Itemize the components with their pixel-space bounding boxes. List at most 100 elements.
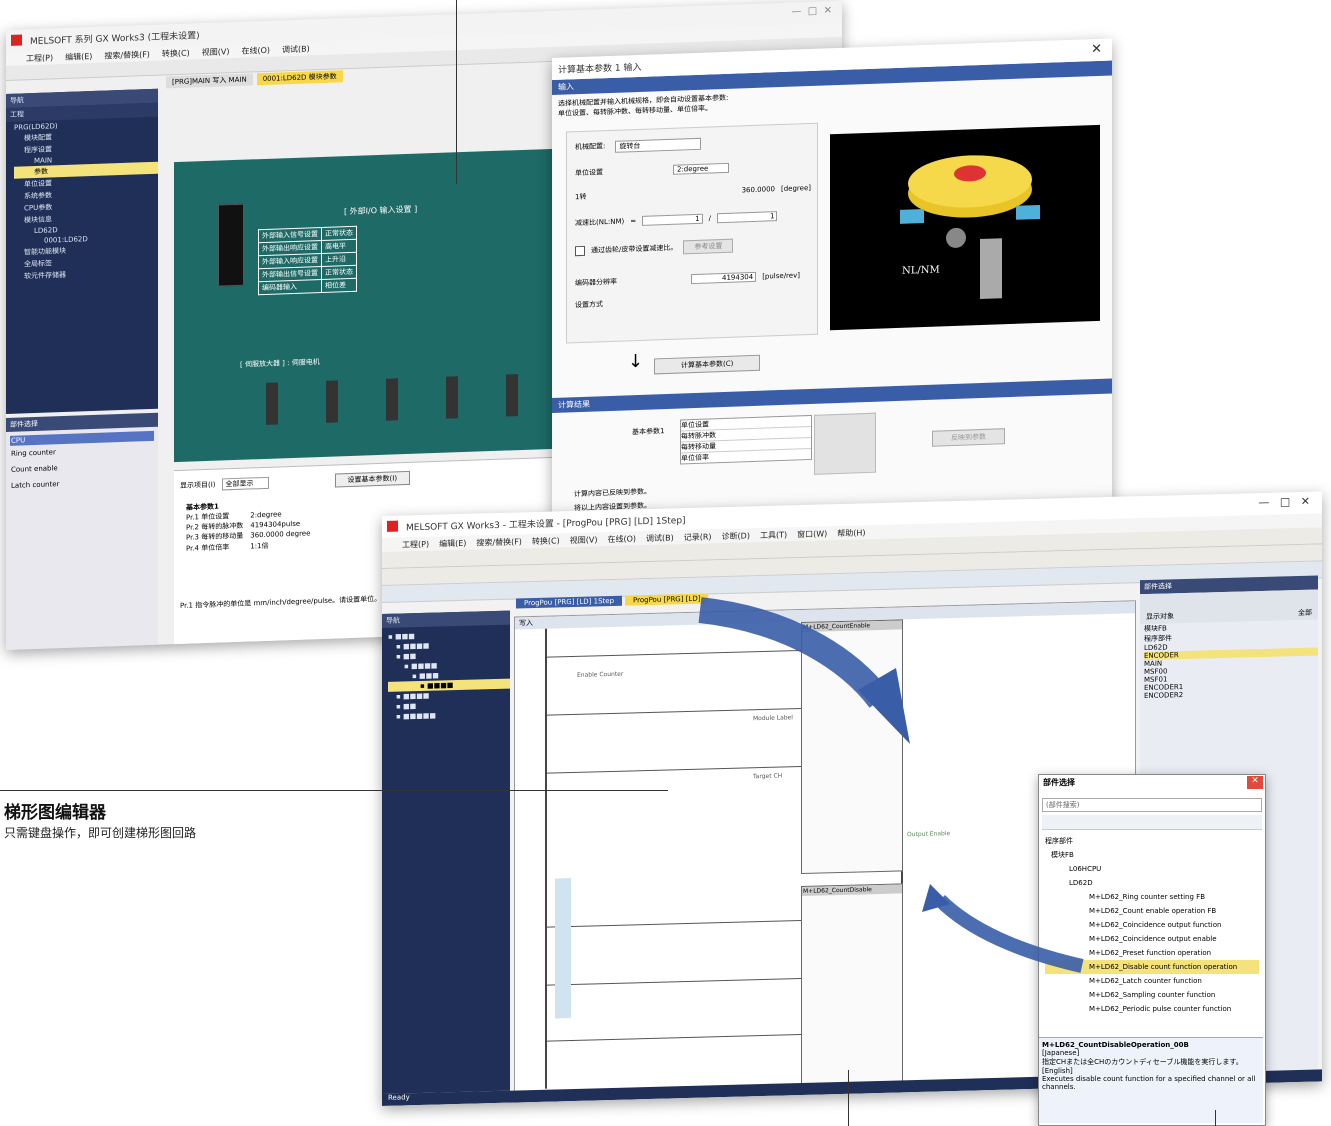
close-icon[interactable]: ✕: [1091, 42, 1102, 57]
param-value[interactable]: 1:1倍: [249, 538, 311, 552]
fb-item[interactable]: M+LD62_Coincidence output enable: [1045, 932, 1259, 946]
servo-motor: [266, 382, 278, 425]
fb-item[interactable]: M+LD62_Sampling counter function: [1045, 988, 1259, 1002]
unit-select[interactable]: 2:degree: [673, 162, 730, 175]
menu-find[interactable]: 搜索/替换(F): [476, 536, 522, 548]
tree-node[interactable]: L06HCPU: [1045, 862, 1259, 876]
result-message: 计算内容已反映到参数。: [574, 487, 651, 499]
parts-search-input[interactable]: (部件搜索): [1042, 798, 1262, 812]
list-header-col: 全部: [1298, 608, 1312, 618]
app-logo-icon: [11, 34, 22, 46]
fb-item[interactable]: M+LD62_Preset function operation: [1045, 946, 1259, 960]
set-basic-param-button[interactable]: 设置基本参数(I): [334, 470, 411, 488]
io-settings-table: 外部输入信号设置 正常状态 外部输出响应设置 高电平 外部输入响应设置 上升沿 外部输…: [258, 226, 357, 295]
gear-checkbox[interactable]: [575, 245, 585, 257]
parts-pane: 部件选择 CPU Ring counter Count enable Latch…: [6, 412, 158, 650]
tree-item[interactable]: ▪ ■■■■■: [388, 709, 510, 722]
desc-jp: 指定CHまたは全CHのカウントディセーブル機能を実行します。: [1042, 1058, 1243, 1066]
tree-node[interactable]: 模块FB: [1045, 848, 1259, 862]
callout-subtitle: 只需键盘操作，即可创建梯形图回路: [4, 826, 197, 840]
reduction-nm-input[interactable]: 1: [716, 211, 778, 224]
menu-convert[interactable]: 转换(C): [162, 47, 190, 59]
rung-label: Module Label: [753, 714, 793, 723]
tree-node[interactable]: 程序部件: [1045, 834, 1259, 848]
close-icon[interactable]: ✕: [1247, 776, 1263, 789]
io-row-value[interactable]: 高电平: [321, 239, 357, 254]
io-row-value[interactable]: 正常状态: [321, 226, 357, 241]
fb-item[interactable]: M+LD62_Ring counter setting FB: [1045, 890, 1259, 904]
param-row: Pr.4 单位倍率: [186, 543, 230, 553]
menu-find[interactable]: 搜索/替换(F): [104, 48, 150, 61]
encoder-input[interactable]: 4194304: [691, 271, 757, 285]
parts-toolbar: [1042, 815, 1262, 830]
module-image: [218, 203, 244, 287]
result-value-box: [814, 412, 876, 475]
menu-project[interactable]: 工程(P): [26, 52, 53, 64]
callout-line-bottom-right: [1215, 1110, 1216, 1126]
desc-title: M+LD62_CountDisableOperation_00B: [1042, 1041, 1189, 1049]
display-item-select[interactable]: 全部显示: [221, 476, 269, 491]
menu-online[interactable]: 在线(O): [241, 44, 270, 56]
desc-jp-label: [Japanese]: [1042, 1049, 1080, 1057]
menu-project[interactable]: 工程(P): [402, 538, 429, 550]
menu-view[interactable]: 视图(V): [202, 46, 230, 58]
input-form: 机械配置: 旋转台 单位设置 2:degree 1转 360.0000 [deg…: [566, 122, 818, 344]
io-row-value[interactable]: 正常状态: [321, 265, 357, 280]
status-text: Ready: [388, 1093, 410, 1102]
window-title: MELSOFT GX Works3 - 工程未设置 - [ProgPou [PR…: [406, 515, 686, 533]
servo-motor: [326, 380, 338, 423]
reduction-nl-input[interactable]: 1: [642, 213, 703, 226]
menu-tools[interactable]: 工具(T): [760, 529, 787, 541]
menu-diagnose[interactable]: 诊断(D): [722, 530, 750, 542]
menu-window[interactable]: 窗口(W): [797, 528, 827, 540]
encoder-label: 编码器分辨率: [575, 277, 617, 288]
module-param-canvas: [ 外部I/O 输入设置 ] 外部输入信号设置 正常状态 外部输出响应设置 高电平 …: [174, 148, 558, 463]
menu-debug[interactable]: 调试(B): [282, 43, 310, 55]
menu-record[interactable]: 记录(R): [684, 531, 712, 543]
navigation-pane: 导航 ▪ ■■■ ▪ ■■■■ ▪ ■■ ▪ ■■■■ ▪ ■■■ ▪ ■■■■…: [382, 610, 510, 1094]
display-item-label: 显示项目(I): [180, 480, 216, 490]
menu-help[interactable]: 帮助(H): [837, 527, 865, 539]
servo-motor: [446, 376, 458, 419]
dialog-title: 计算基本参数 1 输入: [558, 62, 642, 76]
fb-item[interactable]: M+LD62_Count enable operation FB: [1045, 904, 1259, 918]
fb-block[interactable]: M+LD62_CountEnable: [801, 619, 903, 875]
fb-block[interactable]: M+LD62_CountDisable: [801, 883, 903, 1089]
app-logo-icon: [387, 520, 398, 532]
fb-item[interactable]: M+LD62_Periodic pulse counter function: [1045, 1002, 1259, 1016]
tree-node[interactable]: LD62D: [1045, 876, 1259, 890]
rung-label: Target CH: [753, 772, 783, 781]
left-bus-bar: [545, 628, 547, 1089]
callout-line-bottom: [848, 1070, 849, 1126]
menu-edit[interactable]: 编辑(E): [439, 537, 466, 549]
menu-debug[interactable]: 调试(B): [646, 532, 674, 544]
window-controls[interactable]: — □ ✕: [791, 5, 832, 17]
fb-item-selected[interactable]: M+LD62_Disable count function operation: [1045, 960, 1259, 974]
window-controls[interactable]: — □ ✕: [1258, 495, 1310, 509]
popup-title-text: 部件选择: [1043, 778, 1075, 787]
reflect-param-button[interactable]: 反映到参数: [932, 428, 1005, 447]
menu-online[interactable]: 在线(O): [607, 533, 636, 545]
io-row-value[interactable]: 相位差: [321, 278, 357, 293]
calc-basic-param-button[interactable]: 计算基本参数(C): [654, 354, 761, 375]
menu-view[interactable]: 视图(V): [570, 534, 598, 546]
fb-item[interactable]: M+LD62_Latch counter function: [1045, 974, 1259, 988]
tab-module-param[interactable]: 0001:LD62D 模块参数: [256, 70, 343, 86]
menu-edit[interactable]: 编辑(E): [65, 50, 92, 62]
amount-value: 360.0000: [741, 185, 775, 195]
io-row-value[interactable]: 上升沿: [321, 252, 357, 267]
result-label: 基本参数1: [632, 427, 665, 437]
tab-progpou[interactable]: ProgPou [PRG] [LD] 1Step: [516, 595, 623, 609]
fb-description: M+LD62_CountDisableOperation_00B [Japane…: [1039, 1037, 1263, 1123]
reference-setting-button[interactable]: 参考设置: [683, 238, 734, 255]
mech-label: 机械配置:: [575, 142, 606, 152]
tab-main[interactable]: [PRG]MAIN 写入 MAIN: [166, 73, 253, 89]
window-title: MELSOFT 系列 GX Works3 (工程未设置): [30, 30, 200, 47]
mech-select[interactable]: 旋转台: [615, 137, 702, 153]
tab-progpou-ld[interactable]: ProgPou [PRG] [LD]: [625, 593, 709, 606]
callout-title: 梯形图编辑器: [4, 803, 106, 823]
fb-item[interactable]: M+LD62_Coincidence output function: [1045, 918, 1259, 932]
menu-convert[interactable]: 转换(C): [532, 535, 560, 547]
gear-checkbox-label: 通过齿轮/皮带设置减速比。: [591, 243, 678, 255]
basic-param-table: 基本参数1 Pr.1 单位设置 2:degree Pr.2 每转的脉冲数 41943…: [180, 498, 311, 555]
